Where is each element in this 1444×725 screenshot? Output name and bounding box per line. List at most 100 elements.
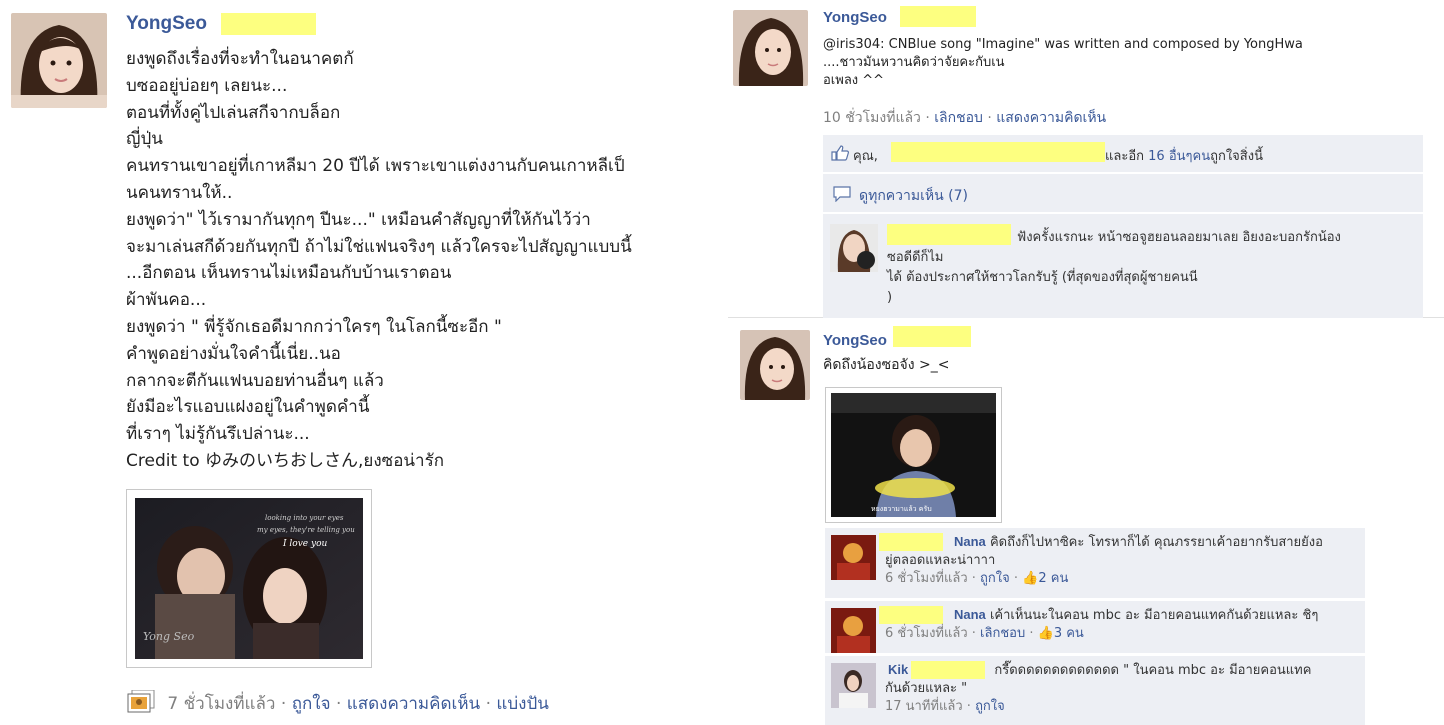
post-body: @iris304: CNBlue song "Imagine" was writ…: [823, 36, 1433, 90]
separator: ·: [275, 694, 292, 714]
comment-item: Kik กรี๊ดดดดดดดดดดดดด " ในคอน mbc อะ มีอ…: [825, 656, 1365, 725]
post-time[interactable]: 7 ชั่วโมงที่แล้ว: [167, 694, 275, 714]
author-name[interactable]: YongSeo: [823, 9, 887, 26]
author-name[interactable]: YongSeo: [126, 13, 207, 35]
comment-time[interactable]: 6 ชั่วโมงที่แล้ว: [885, 571, 968, 586]
separator: ·: [967, 626, 981, 641]
commenter-name[interactable]: Nana: [954, 534, 986, 549]
view-all-comments-link[interactable]: ดูทุกความเห็น (7): [859, 185, 968, 207]
separator: ·: [920, 110, 935, 126]
photo-album-icon: [126, 689, 156, 714]
comment-line: ซอดีดีก็ไม: [887, 250, 944, 265]
post-yongseo-ski: YongSeo ยงพูดถึงเรื่องที่จะทำในอนาคตกั บ…: [0, 0, 728, 725]
commenter-avatar[interactable]: [830, 224, 878, 272]
comment-likes-count[interactable]: 👍2 คน: [1022, 571, 1068, 586]
photo-overlay-line: my eyes, they're telling you: [257, 526, 355, 534]
likes-rest: และอีก 16 อื่นๆคนถูกใจสิ่งนี้: [1105, 145, 1263, 166]
likes-count: 2 คน: [1038, 571, 1069, 586]
post-line: บซออยู่บ่อยๆ เลยนะ...: [126, 75, 288, 96]
likes-prefix: คุณ,: [853, 149, 878, 164]
post-photo[interactable]: looking into your eyes my eyes, they're …: [126, 489, 372, 668]
post-footer: 7 ชั่วโมงที่แล้ว · ถูกใจ · แสดงความคิดเห…: [126, 689, 549, 717]
redacted-names-highlight: [891, 142, 1105, 162]
comment-line: คิดถึงก็ไปหาซิคะ โทรหาก็ได้ คุณภรรยาเค้า…: [989, 535, 1323, 550]
photo-watermark: Yong Seo: [143, 630, 195, 643]
comment-line: ): [887, 290, 893, 305]
comment-line: ฟังครั้งแรกนะ หน้าซอจูฮยอนลอยมาเลย อิยงอ…: [1017, 230, 1341, 245]
comment-line: กรี๊ดดดดดดดดดดดดด " ในคอน mbc อะ มีอายคอ…: [994, 663, 1312, 678]
author-name[interactable]: YongSeo: [823, 332, 887, 349]
post-line: ยงพูดถึงเรื่องที่จะทำในอนาคตกั: [126, 49, 354, 69]
commenter-name[interactable]: Nana: [954, 607, 986, 622]
post-line: Credit to ゆみのいちおしさん,ยงซอน่ารัก: [126, 450, 445, 471]
comment-time[interactable]: 17 นาทีที่แล้ว: [885, 699, 963, 714]
comment-bubble-icon: [833, 186, 851, 206]
commenter-avatar[interactable]: [831, 535, 876, 580]
post-line: คนทรานเขาอยู่ที่เกาหลีมา 20 ปีได้ เพราะเ…: [126, 156, 625, 177]
share-link[interactable]: แบ่งปัน: [496, 694, 548, 714]
comment-line: ได้ ต้องประกาศให้ชาวโลกรับรู้ (ที่สุดของ…: [887, 270, 1198, 285]
author-avatar[interactable]: [740, 330, 810, 400]
separator: ·: [967, 571, 981, 586]
comment-line: เค้าเห็นนะในคอน mbc อะ มีอายคอนแทคกันด้ว…: [989, 608, 1319, 623]
author-avatar[interactable]: [11, 13, 107, 108]
thumbs-up-icon: [831, 145, 849, 165]
comment-item: Nana คิดถึงก็ไปหาซิคะ โทรหาก็ได้ คุณภรรย…: [825, 528, 1365, 598]
comment-likes-count[interactable]: 👍3 คน: [1038, 626, 1084, 641]
post-line: ผ้าพันคอ...: [126, 290, 207, 311]
post-line: นคนทรานให้..: [126, 182, 233, 203]
separator: ·: [330, 694, 347, 714]
unlike-link[interactable]: เลิกชอบ: [934, 110, 983, 126]
likes-others-link[interactable]: 16 อื่นๆคน: [1148, 149, 1210, 164]
likes-summary: คุณ, และอีก 16 อื่นๆคนถูกใจสิ่งนี้: [823, 135, 1423, 172]
redacted-name-highlight: [893, 326, 971, 347]
post-body: ยงพูดถึงเรื่องที่จะทำในอนาคตกั บซออยู่บ่…: [126, 46, 726, 475]
comment-line: กันด้วยแหละ ": [885, 681, 968, 696]
comment-item: ฟังครั้งแรกนะ หน้าซอจูฮยอนลอยมาเลย อิยงอ…: [823, 214, 1423, 318]
comment-link[interactable]: แสดงความคิดเห็น: [347, 694, 480, 714]
photo-overlay-line: I love you: [282, 539, 327, 549]
photo-overlay-line: looking into your eyes: [265, 514, 344, 522]
commenter-name[interactable]: Kik: [888, 662, 908, 677]
comment-text: Nana เค้าเห็นนะในคอน mbc อะ มีอายคอนแทคก…: [885, 606, 1360, 643]
commenter-avatar[interactable]: [831, 608, 876, 653]
separator: ·: [480, 694, 497, 714]
post-body: คิดถึงน้องซอจัง >_<: [823, 357, 950, 373]
comment-time[interactable]: 6 ชั่วโมงที่แล้ว: [885, 626, 968, 641]
post-line: จะมาเล่นสกีด้วยกันทุกปี ถ้าไม่ใช่แฟนจริง…: [126, 236, 632, 257]
view-all-comments[interactable]: ดูทุกความเห็น (7): [823, 174, 1423, 212]
separator: ·: [962, 699, 976, 714]
post-line: ....ชาวมันหวานคิดว่าจัยคะกับเน: [823, 55, 1005, 70]
post-line: ...อีกตอน เห็นทรานไม่เหมือนกับบ้านเราตอน: [126, 263, 452, 284]
post-line: ญี่ปุ่น: [126, 129, 163, 150]
commenter-avatar[interactable]: [831, 663, 876, 708]
separator: ·: [1009, 571, 1023, 586]
separator: ·: [982, 110, 997, 126]
post-line: อเพลง ^^: [823, 73, 885, 88]
post-line: กลากจะตีกันแฟนบอยท่านอื่นๆ แล้ว: [126, 370, 384, 391]
author-avatar[interactable]: [733, 10, 808, 86]
comment-like-link[interactable]: ถูกใจ: [975, 699, 1005, 714]
post-line: ยังมีอะไรแอบแฝงอยู่ในคำพูดคำนี้: [126, 397, 370, 418]
post-line: ยงพูดว่า " พี่รู้จักเธอดีมากกว่าใครๆ ในโ…: [126, 316, 502, 337]
comment-like-link[interactable]: ถูกใจ: [980, 571, 1010, 586]
likes-count: 3 คน: [1053, 626, 1084, 641]
post-time[interactable]: 10 ชั่วโมงที่แล้ว: [823, 110, 921, 126]
post-actions: 10 ชั่วโมงที่แล้ว · เลิกชอบ · แสดงความคิ…: [823, 107, 1106, 129]
post-line: ยงพูดว่า" ไว้เรามากันทุกๆ ปีนะ..." เหมือ…: [126, 209, 591, 230]
separator: ·: [1025, 626, 1038, 641]
like-link[interactable]: ถูกใจ: [292, 694, 331, 714]
post-line: ที่เราๆ ไม่รู้กันรึเปล่านะ...: [126, 424, 310, 445]
post-line: ตอนที่ทั้งคู่ไปเล่นสกีจากบล็อก: [126, 102, 341, 123]
comment-line: ยู่ตลอดแหละน่าาาา: [885, 553, 996, 568]
likes-suffix: ถูกใจสิ่งนี้: [1210, 149, 1263, 164]
comment-text: Kik กรี๊ดดดดดดดดดดดดด " ในคอน mbc อะ มีอ…: [885, 661, 1360, 716]
post-yongseo-miss: YongSeo คิดถึงน้องซอจัง >_< หยงฮวามาแล้ว…: [728, 318, 1444, 725]
photo-caption: หยงฮวามาแล้ว ครับ: [871, 505, 932, 513]
redacted-name-highlight: [221, 13, 316, 35]
comment-text: ฟังครั้งแรกนะ หน้าซอจูฮยอนลอยมาเลย อิยงอ…: [887, 228, 1417, 308]
comment-link[interactable]: แสดงความคิดเห็น: [996, 110, 1106, 126]
comment-item: Nana เค้าเห็นนะในคอน mbc อะ มีอายคอนแทคก…: [825, 601, 1365, 653]
comment-unlike-link[interactable]: เลิกชอบ: [980, 626, 1025, 641]
post-photo[interactable]: หยงฮวามาแล้ว ครับ: [825, 387, 1002, 523]
